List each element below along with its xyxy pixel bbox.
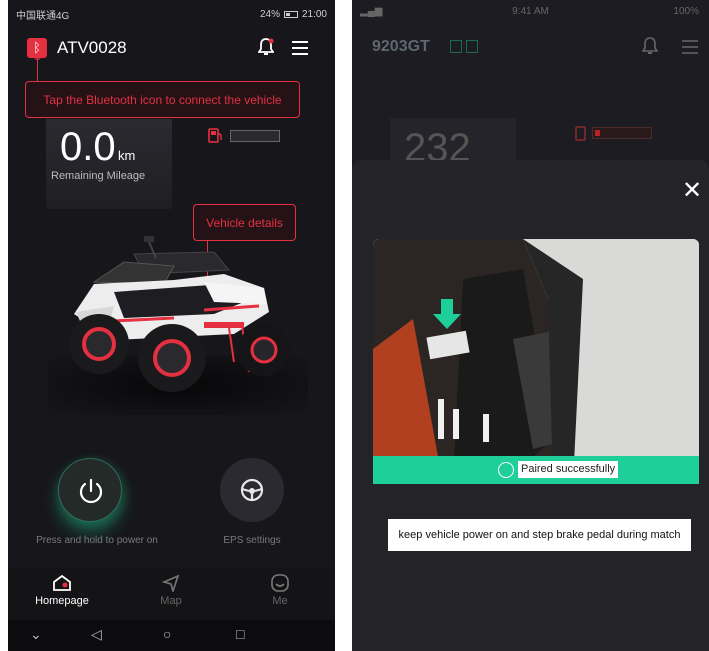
instruction-text: keep vehicle power on and step brake ped…: [388, 519, 691, 551]
fuel-icon: [208, 128, 222, 143]
paired-status-text: Paired successfully: [518, 461, 619, 478]
eps-label: EPS settings: [223, 535, 281, 546]
nav-label-me: Me: [272, 595, 288, 607]
pedal-illustration: [373, 239, 699, 484]
atv-vehicle-image[interactable]: [54, 222, 298, 400]
power-button[interactable]: [58, 458, 122, 522]
bluetooth-tooltip: Tap the Bluetooth icon to connect the ve…: [25, 81, 300, 118]
vehicle-name: 9203GT: [372, 38, 430, 55]
pairing-screen: ▂▄▆ 9:41 AM 100% 9203GT 232 ✕ Paired suc…: [352, 0, 709, 651]
system-nav-bar: ⌄ ◁ ○ □: [8, 620, 335, 651]
steering-wheel-icon: [240, 478, 264, 502]
home-icon: [53, 574, 71, 591]
power-icon: [79, 478, 103, 504]
status-bar: ▂▄▆ 9:41 AM 100%: [352, 0, 709, 26]
carrier-label: 中国联通4G: [16, 10, 70, 22]
app-header: ᛒ ATV0028: [8, 32, 335, 64]
bottom-nav: Homepage Map Me: [8, 568, 335, 620]
chevron-down-icon[interactable]: ⌄: [30, 626, 42, 643]
brake-pedal-photo: [373, 239, 699, 484]
vehicle-name: ATV0028: [57, 38, 127, 57]
fuel-icon: [575, 126, 586, 141]
battery-icon: [283, 10, 298, 18]
nav-label-homepage: Homepage: [35, 595, 89, 607]
nav-label-map: Map: [160, 595, 182, 607]
battery-percent: 100%: [673, 6, 699, 17]
nav-item-map[interactable]: Map: [136, 572, 206, 607]
fuel-level-bar: [592, 127, 652, 139]
mileage-label: Remaining Mileage: [51, 170, 146, 182]
status-badge: [466, 40, 478, 53]
clock: 21:00: [301, 8, 327, 20]
status-badge: [450, 40, 462, 53]
eps-settings-button[interactable]: [220, 458, 284, 522]
clock: 9:41 AM: [512, 6, 549, 17]
menu-icon[interactable]: [292, 41, 308, 55]
nav-item-me[interactable]: Me: [245, 572, 315, 607]
bell-icon[interactable]: [258, 38, 274, 56]
battery-percent: 24%: [259, 8, 280, 20]
close-icon[interactable]: ✕: [682, 176, 702, 205]
back-icon[interactable]: ◁: [91, 626, 102, 643]
bell-icon[interactable]: [642, 37, 658, 55]
user-face-icon: [271, 574, 289, 592]
navigation-arrow-icon: [161, 574, 180, 592]
check-circle-icon: [498, 462, 514, 478]
tip-pointer-line: [37, 56, 38, 81]
menu-icon[interactable]: [682, 40, 698, 54]
mileage-unit: km: [118, 148, 136, 163]
power-label: Press and hold to power on: [36, 535, 158, 546]
home-circle-icon[interactable]: ○: [163, 626, 171, 642]
fuel-level-bar: [230, 130, 280, 142]
status-bar: 中国联通4G 24% 21:00: [8, 0, 335, 28]
home-screen: 中国联通4G 24% 21:00 ᛒ ATV0028 Tap the Bluet…: [8, 0, 335, 651]
recents-icon[interactable]: □: [236, 626, 244, 642]
mileage-value: 0.0: [60, 125, 116, 169]
nav-item-homepage[interactable]: Homepage: [27, 572, 97, 607]
